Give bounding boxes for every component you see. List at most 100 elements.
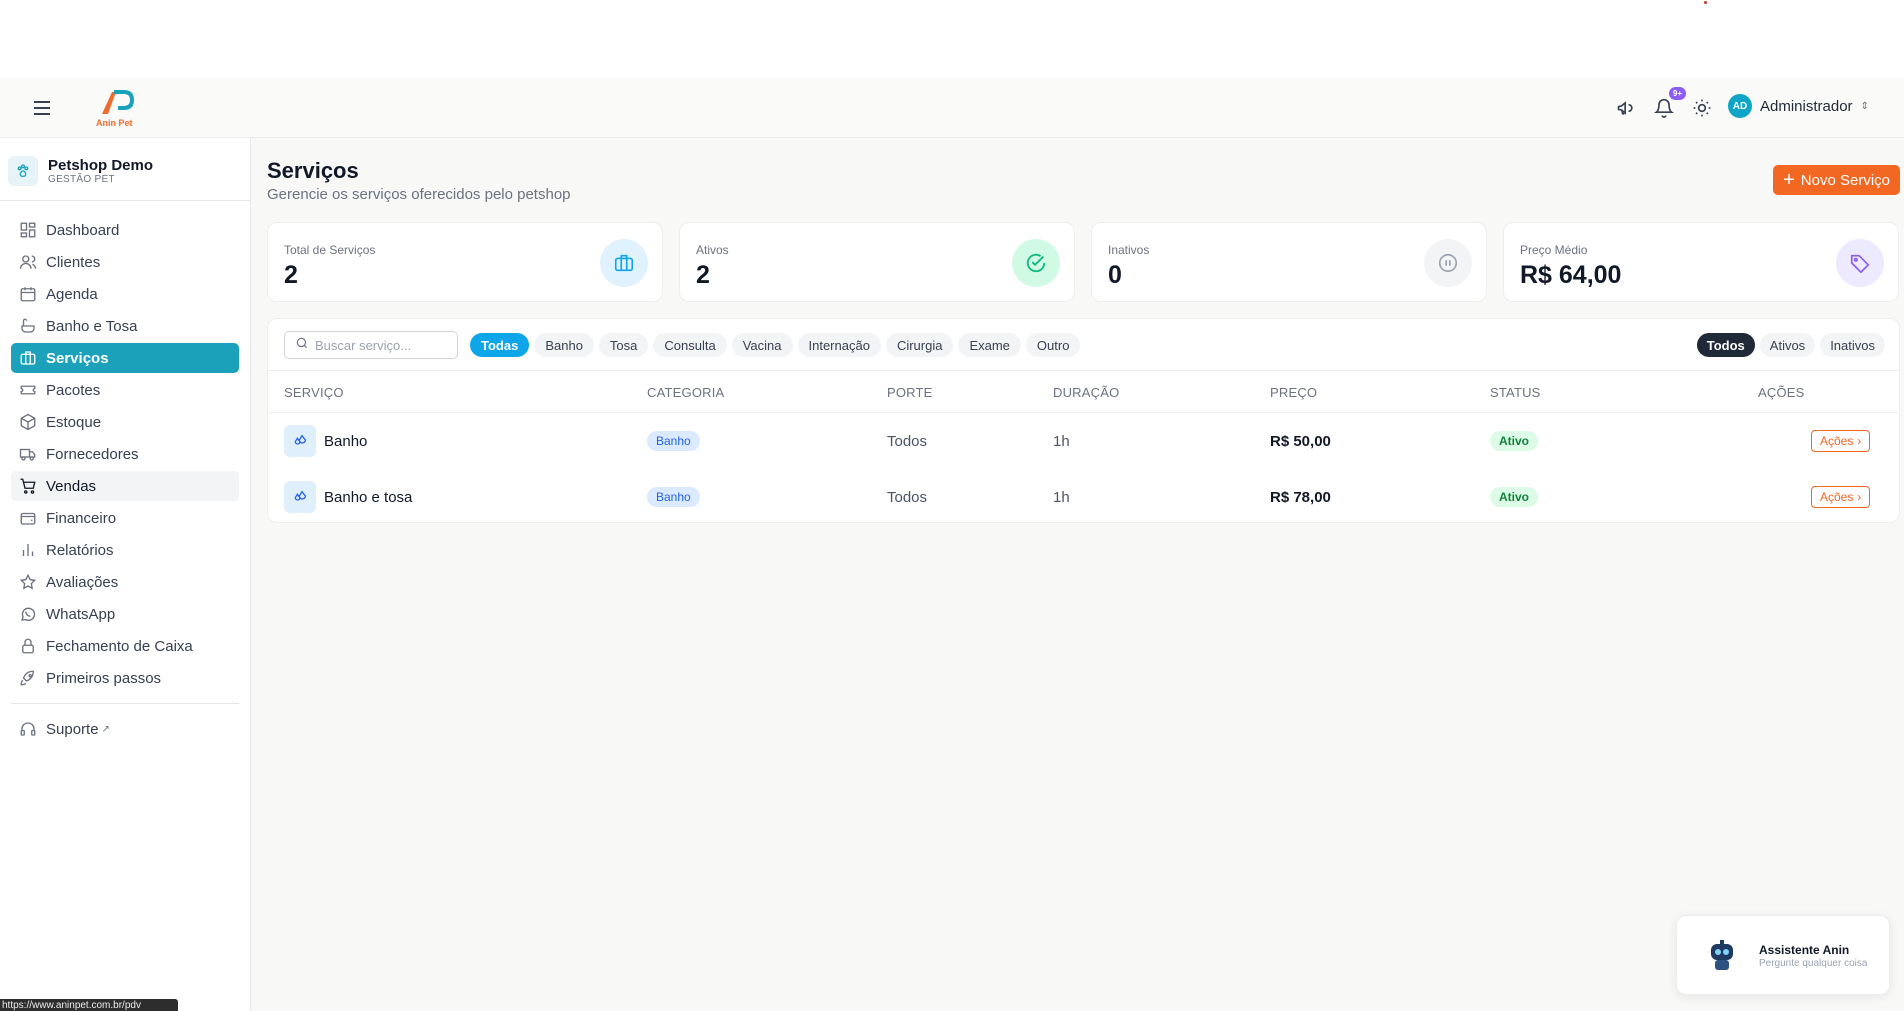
status-filter: Todos Ativos Inativos (1696, 333, 1885, 357)
stat-card-ativos: Ativos 2 (679, 222, 1075, 302)
logo-text: Anin Pet (96, 118, 133, 128)
stat-value: R$ 64,00 (1520, 261, 1622, 289)
sidebar-item-primeiros-passos[interactable]: Primeiros passos (11, 663, 239, 693)
size-cell: Todos (887, 488, 928, 506)
lock-icon (18, 636, 38, 656)
sidebar-item-fornecedores[interactable]: Fornecedores (11, 439, 239, 469)
stat-card-total: Total de Serviços 2 (267, 222, 663, 302)
search-icon (295, 336, 309, 355)
stat-value: 2 (284, 261, 298, 289)
column-header-acoes: AÇÕES (1758, 385, 1805, 400)
sidebar: Petshop Demo GESTÃO PET Dashboard Client… (0, 138, 251, 1011)
sidebar-item-label: Fechamento de Caixa (46, 637, 193, 655)
price-cell: R$ 50,00 (1270, 432, 1331, 450)
column-header-servico[interactable]: SERVIÇO (284, 385, 344, 400)
status-chip-ativos[interactable]: Ativos (1759, 333, 1816, 357)
logo-icon (102, 90, 135, 114)
category-chip-outro[interactable]: Outro (1025, 333, 1081, 357)
sidebar-item-fechamento-de-caixa[interactable]: Fechamento de Caixa (11, 631, 239, 661)
actions-label: Ações (1820, 434, 1854, 448)
external-link-icon: ↗ (101, 723, 110, 735)
ticket-icon (18, 380, 38, 400)
category-chip-tosa[interactable]: Tosa (598, 333, 649, 357)
org-switcher[interactable]: Petshop Demo GESTÃO PET (0, 138, 250, 201)
user-name: Administrador (1760, 97, 1853, 115)
search-input[interactable] (315, 337, 445, 353)
price-cell: R$ 78,00 (1270, 488, 1331, 506)
sidebar-item-label: Dashboard (46, 221, 120, 239)
divider (11, 703, 239, 704)
column-header-preco[interactable]: PREÇO (1270, 385, 1317, 400)
sidebar-item-suporte[interactable]: Suporte ↗ (11, 714, 239, 744)
category-chip-vacina[interactable]: Vacina (731, 333, 793, 357)
category-badge: Banho (647, 487, 700, 507)
sidebar-item-pacotes[interactable]: Pacotes (11, 375, 239, 405)
sidebar-item-financeiro[interactable]: Financeiro (11, 503, 239, 533)
megaphone-icon[interactable] (1614, 96, 1638, 120)
sidebar-item-label: Suporte (46, 720, 99, 738)
avatar: AD (1728, 94, 1752, 118)
new-service-button[interactable]: + Novo Serviço (1773, 165, 1900, 195)
actions-label: Ações (1820, 490, 1854, 504)
sidebar-nav: Dashboard Clientes Agenda Banho e Tosa S… (0, 215, 250, 693)
table-row[interactable]: Banho e tosa Banho Todos 1h R$ 78,00 Ati… (268, 469, 1899, 525)
page-subtitle: Gerencie os serviços oferecidos pelo pet… (267, 186, 571, 203)
column-header-porte[interactable]: PORTE (887, 385, 933, 400)
category-chip-consulta[interactable]: Consulta (653, 333, 727, 357)
headset-icon (18, 719, 38, 739)
user-menu[interactable]: AD Administrador ⇕ (1728, 94, 1869, 118)
search-box[interactable] (284, 331, 458, 359)
column-header-categoria[interactable]: CATEGORIA (647, 385, 724, 400)
category-chip-exame[interactable]: Exame (958, 333, 1021, 357)
category-chip-banho[interactable]: Banho (534, 333, 594, 357)
actions-button[interactable]: Ações › (1811, 430, 1871, 452)
sidebar-item-vendas[interactable]: Vendas (11, 471, 239, 501)
sidebar-item-relatorios[interactable]: Relatórios (11, 535, 239, 565)
sidebar-item-label: Clientes (46, 253, 101, 271)
category-chip-internacao[interactable]: Internação (797, 333, 881, 357)
column-header-status[interactable]: STATUS (1490, 385, 1541, 400)
sidebar-item-dashboard[interactable]: Dashboard (11, 215, 239, 245)
actions-button[interactable]: Ações › (1811, 486, 1871, 508)
theme-sun-icon[interactable] (1690, 96, 1714, 120)
org-name: Petshop Demo (48, 157, 154, 174)
droplets-icon (284, 425, 316, 457)
category-filter: Todas Banho Tosa Consulta Vacina Interna… (470, 333, 1081, 357)
status-chip-inativos[interactable]: Inativos (1820, 333, 1885, 357)
sidebar-item-servicos[interactable]: Serviços (11, 343, 239, 373)
sidebar-item-avaliacoes[interactable]: Avaliações (11, 567, 239, 597)
sidebar-item-banho-e-tosa[interactable]: Banho e Tosa (11, 311, 239, 341)
duration-cell: 1h (1053, 488, 1070, 506)
service-name: Banho e tosa (324, 488, 413, 506)
notifications-badge: 9+ (1668, 87, 1686, 100)
briefcase-icon (18, 348, 38, 368)
assistant-widget[interactable]: Assistente Anin Pergunte qualquer coisa (1676, 915, 1890, 995)
table-row[interactable]: Banho Banho Todos 1h R$ 50,00 Ativo Açõe… (268, 413, 1899, 469)
sidebar-item-label: Vendas (46, 477, 97, 495)
table-header: SERVIÇO CATEGORIA PORTE DURAÇÃO PREÇO ST… (268, 371, 1899, 413)
sidebar-item-label: Avaliações (46, 573, 119, 591)
category-chip-todas[interactable]: Todas (470, 333, 530, 357)
category-chip-cirurgia[interactable]: Cirurgia (885, 333, 954, 357)
stat-value: 0 (1108, 261, 1122, 289)
stat-label: Preço Médio (1520, 243, 1588, 257)
main-content: Serviços Gerencie os serviços oferecidos… (251, 138, 1904, 1011)
stat-card-preco-medio: Preço Médio R$ 64,00 (1503, 222, 1899, 302)
filters-bar: Todas Banho Tosa Consulta Vacina Interna… (268, 319, 1899, 371)
droplets-icon (284, 481, 316, 513)
stat-value: 2 (696, 261, 710, 289)
chevron-right-icon: › (1857, 490, 1862, 504)
column-header-duracao[interactable]: DURAÇÃO (1053, 385, 1119, 400)
app-logo[interactable]: Anin Pet (94, 88, 135, 128)
sidebar-item-estoque[interactable]: Estoque (11, 407, 239, 437)
status-chip-todos[interactable]: Todos (1696, 333, 1755, 357)
sidebar-item-clientes[interactable]: Clientes (11, 247, 239, 277)
indicator-dot (1704, 1, 1707, 4)
menu-toggle-button[interactable] (30, 96, 54, 120)
new-service-label: Novo Serviço (1800, 171, 1890, 189)
notifications-bell-icon[interactable]: 9+ (1652, 87, 1686, 120)
stat-card-inativos: Inativos 0 (1091, 222, 1487, 302)
sidebar-item-agenda[interactable]: Agenda (11, 279, 239, 309)
stat-label: Inativos (1108, 243, 1150, 257)
sidebar-item-whatsapp[interactable]: WhatsApp (11, 599, 239, 629)
